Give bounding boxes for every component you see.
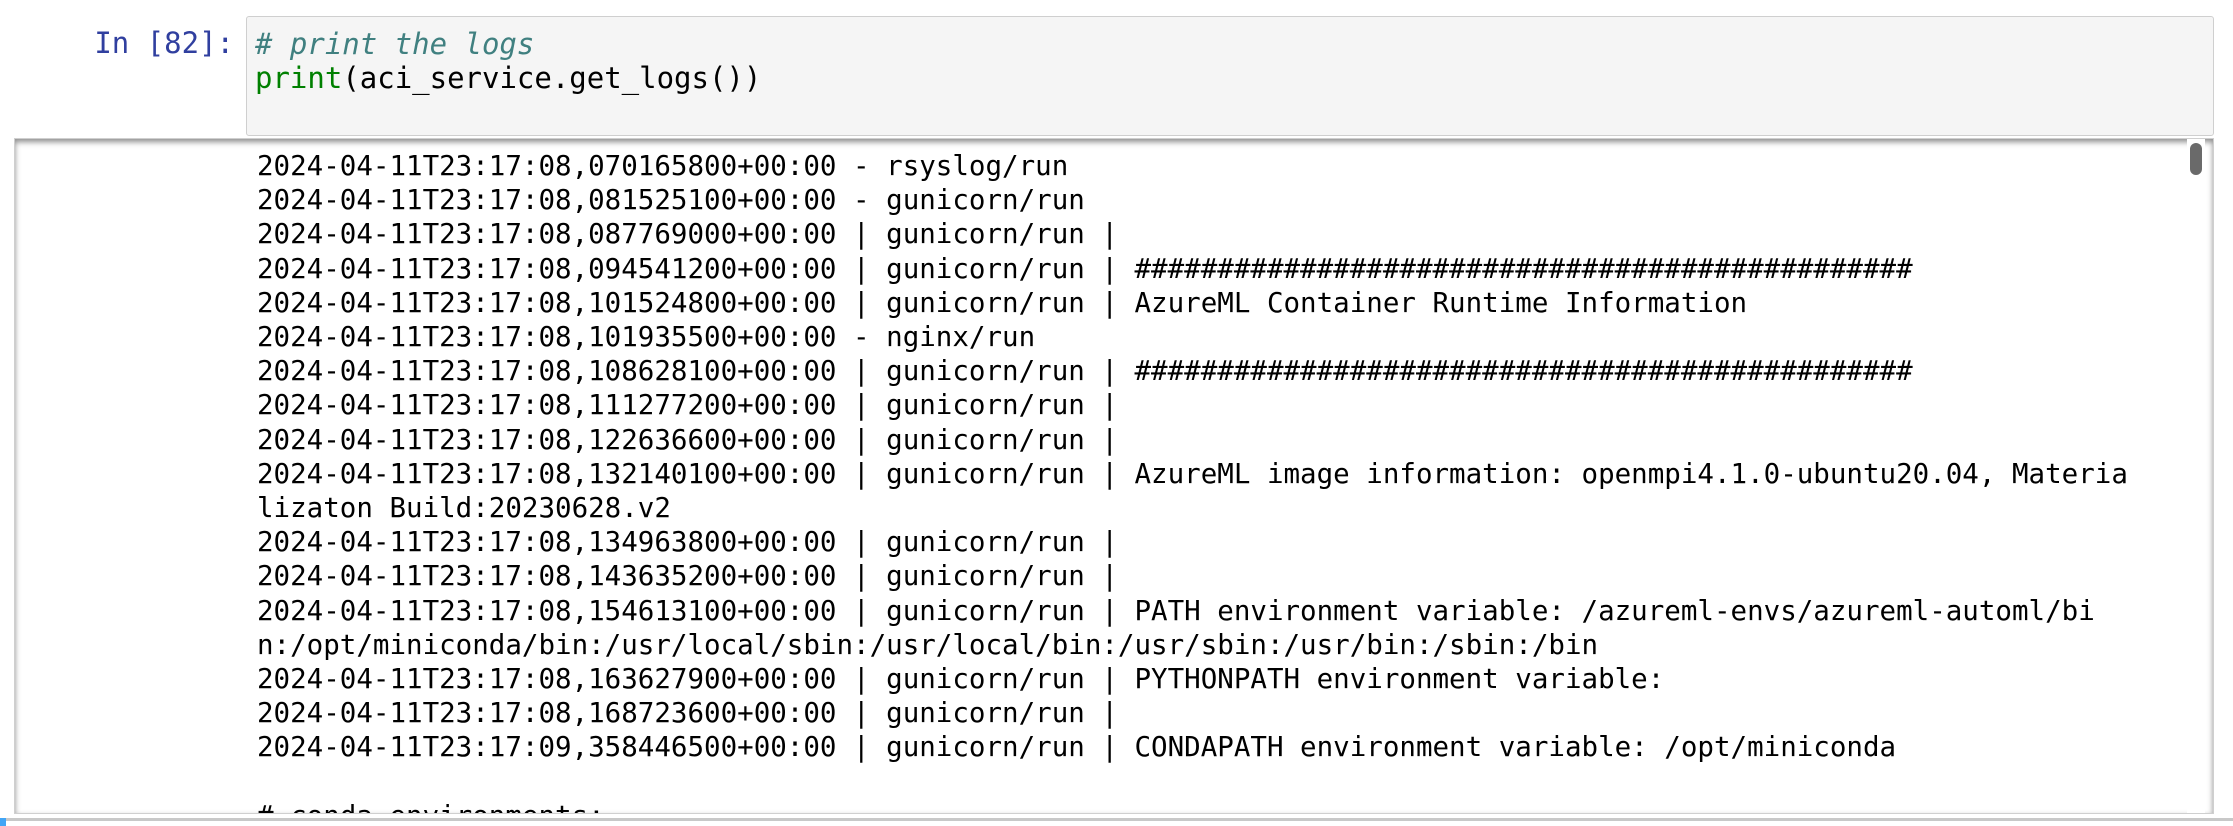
log-line: lizaton Build:20230628.v2: [257, 492, 671, 525]
code-cell-input[interactable]: # print the logs print(aci_service.get_l…: [246, 16, 2214, 136]
cell-selection-indicator: [0, 818, 6, 826]
log-line: 2024-04-11T23:17:08,134963800+00:00 | gu…: [257, 526, 1118, 559]
log-line: 2024-04-11T23:17:08,108628100+00:00 | gu…: [257, 355, 1913, 388]
log-line: 2024-04-11T23:17:08,154613100+00:00 | gu…: [257, 594, 2095, 627]
cell-divider: [0, 818, 2233, 821]
code-call-args: (aci_service.get_logs()): [342, 61, 762, 95]
log-line: 2024-04-11T23:17:08,101935500+00:00 - ng…: [257, 321, 1036, 354]
log-line: # conda environments:: [257, 799, 2187, 813]
output-scrollbar[interactable]: [2187, 139, 2205, 813]
log-line: 2024-04-11T23:17:08,111277200+00:00 | gu…: [257, 389, 1118, 422]
input-prompt: In [82]:: [94, 26, 234, 60]
log-line: 2024-04-11T23:17:08,094541200+00:00 | gu…: [257, 252, 1913, 285]
log-line: 2024-04-11T23:17:08,081525100+00:00 - gu…: [257, 184, 1085, 217]
code-statement: print(aci_service.get_logs()): [255, 61, 2205, 95]
log-output-text: 2024-04-11T23:17:08,070165800+00:00 - rs…: [257, 149, 2187, 813]
code-comment: # print the logs: [255, 27, 535, 61]
log-line: 2024-04-11T23:17:08,070165800+00:00 - rs…: [257, 150, 1069, 182]
log-line: 2024-04-11T23:17:08,122636600+00:00 | gu…: [257, 423, 1118, 456]
log-line: n:/opt/miniconda/bin:/usr/local/sbin:/us…: [257, 628, 1599, 661]
log-line: 2024-04-11T23:17:08,132140100+00:00 | gu…: [257, 457, 2128, 490]
log-line: 2024-04-11T23:17:08,143635200+00:00 | gu…: [257, 560, 1118, 593]
log-line: 2024-04-11T23:17:08,168723600+00:00 | gu…: [257, 697, 1118, 730]
log-line: 2024-04-11T23:17:08,101524800+00:00 | gu…: [257, 286, 1748, 319]
cell-output-scroll-area[interactable]: 2024-04-11T23:17:08,070165800+00:00 - rs…: [14, 138, 2214, 814]
code-builtin-print: print: [255, 61, 343, 95]
log-line: 2024-04-11T23:17:08,163627900+00:00 | gu…: [257, 663, 1665, 696]
scrollbar-thumb[interactable]: [2190, 143, 2202, 175]
log-line: 2024-04-11T23:17:09,358446500+00:00 | gu…: [257, 731, 1897, 764]
log-line: 2024-04-11T23:17:08,087769000+00:00 | gu…: [257, 218, 1118, 251]
